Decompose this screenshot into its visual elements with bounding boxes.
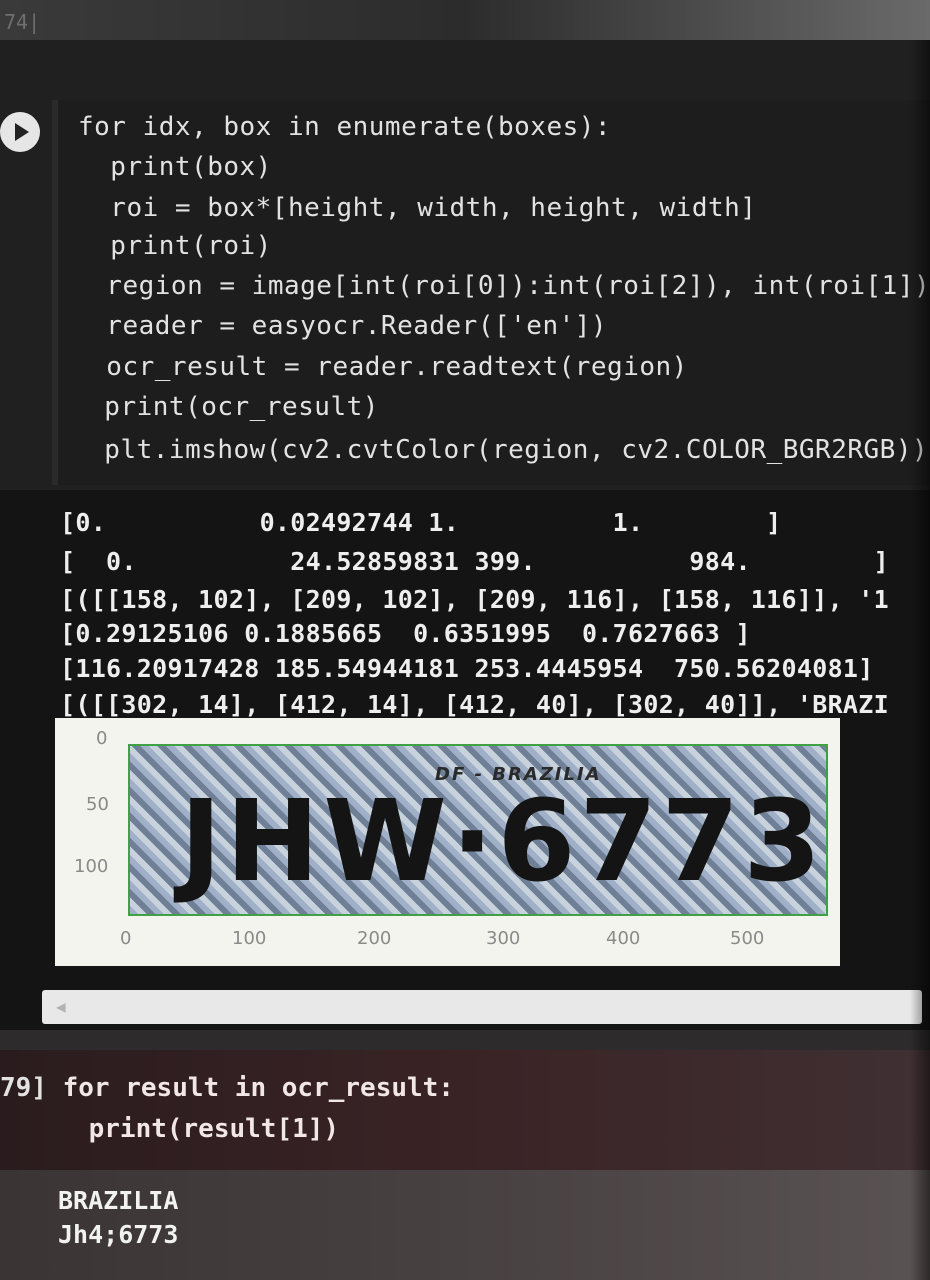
code-line: region = image[int(roi[0]):int(roi[2]), … (74, 271, 930, 301)
x-tick-label: 0 (120, 928, 132, 949)
code-line: print(box) (78, 152, 272, 182)
code-line: roi = box*[height, width, height, width] (78, 193, 757, 223)
x-tick-label: 400 (606, 928, 641, 949)
plate-number-text: JHW·6773 (180, 777, 826, 907)
code-line: reader = easyocr.Reader(['en']) (74, 311, 608, 341)
x-tick-label: 200 (357, 928, 392, 949)
code-line: print(roi) (78, 231, 272, 261)
y-tick-label: 0 (96, 728, 108, 749)
y-tick-label: 50 (86, 794, 109, 815)
x-tick-label: 300 (486, 928, 521, 949)
output-line: [116.20917428 185.54944181 253.4445954 7… (60, 654, 874, 683)
result-line: Jh4;6773 (58, 1220, 179, 1249)
license-plate-image: DF - BRAZILIA JHW·6773 (128, 744, 828, 916)
exec-count: 74| (4, 10, 41, 34)
code-line: print(result[1]) (26, 1114, 340, 1144)
scroll-left-icon[interactable]: ◀ (56, 997, 66, 1016)
output-line: [0. 0.02492744 1. 1. ] (60, 508, 782, 537)
screen-edge-shadow (910, 40, 930, 1280)
code-line: print(ocr_result) (72, 392, 379, 422)
code-line: for idx, box in enumerate(boxes): (78, 112, 612, 142)
output-line: [([[302, 14], [412, 14], [412, 40], [302… (60, 690, 889, 719)
output-line: [([[158, 102], [209, 102], [209, 116], [… (60, 585, 889, 614)
code-line: ocr_result = reader.readtext(region) (74, 352, 688, 382)
x-tick-label: 500 (730, 928, 765, 949)
code-line: 79] for result in ocr_result: (0, 1073, 454, 1103)
output-line: [0.29125106 0.1885665 0.6351995 0.762766… (60, 619, 751, 648)
run-cell-button[interactable] (0, 112, 40, 152)
code-line: plt.imshow(cv2.cvtColor(region, cv2.COLO… (72, 435, 929, 465)
code-cell-2[interactable] (0, 1050, 930, 1170)
x-tick-label: 100 (232, 928, 267, 949)
top-strip: 74| (0, 0, 930, 40)
cell-divider (0, 1030, 930, 1050)
output-scrollbar[interactable]: ◀ (42, 990, 922, 1024)
exec-count-label: 79] (0, 1073, 47, 1103)
output-line: [ 0. 24.52859831 399. 984. ] (60, 547, 889, 576)
result-line: BRAZILIA (58, 1186, 179, 1215)
y-tick-label: 100 (74, 856, 109, 877)
